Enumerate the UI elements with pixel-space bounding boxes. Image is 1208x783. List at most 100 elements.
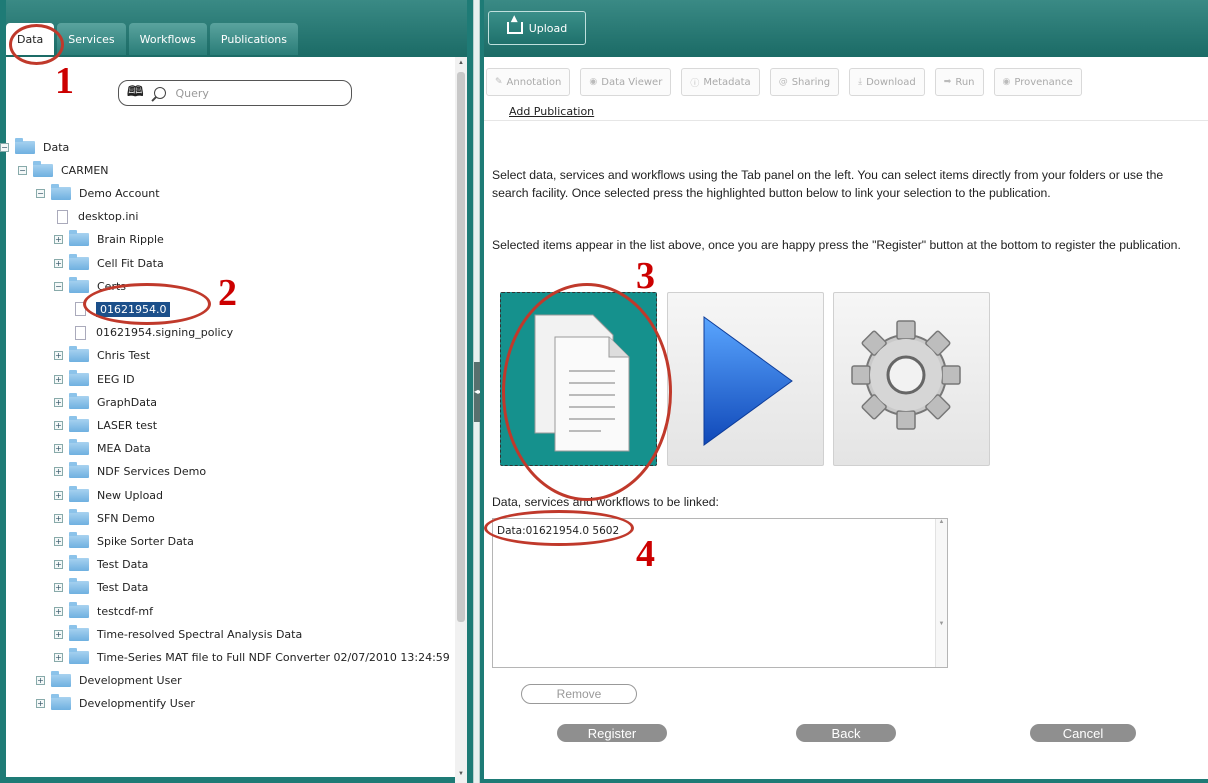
tree-folder-item[interactable]: + Development User	[36, 670, 182, 692]
toolbar-button-data-viewer[interactable]: ◉ Data Viewer	[580, 68, 672, 96]
tree-folder-item[interactable]: + LASER test	[54, 414, 157, 436]
download-icon: ⤓	[858, 77, 863, 87]
instructions-paragraph-1: Select data, services and workflows usin…	[492, 168, 1164, 200]
upload-icon	[506, 14, 523, 34]
toolbar-button-annotation[interactable]: ✎ Annotation	[486, 68, 571, 96]
expand-icon[interactable]: +	[36, 676, 45, 686]
expand-icon[interactable]: +	[54, 560, 63, 570]
expand-icon[interactable]: +	[54, 467, 63, 477]
tree-folder-item[interactable]: + New Upload	[54, 484, 163, 506]
tree-folder-item[interactable]: + Spike Sorter Data	[54, 530, 194, 552]
toolbar-button-label: Data Viewer	[601, 76, 663, 88]
panel-splitter[interactable]: ◂▸	[473, 0, 482, 783]
tree-item-label: Chris Test	[97, 349, 151, 363]
tree-folder-item[interactable]: + Test Data	[54, 554, 148, 576]
eye-icon: ◉	[1002, 77, 1011, 87]
expand-icon[interactable]: +	[36, 699, 45, 709]
folder-icon	[69, 555, 89, 572]
expand-icon[interactable]: +	[54, 351, 63, 361]
arrow-right-icon: ➡	[943, 77, 952, 87]
annotation-number-1: 1	[55, 60, 74, 102]
tab-services[interactable]: Services	[57, 23, 126, 55]
folder-icon	[69, 462, 89, 479]
tree-folder-item[interactable]: + SFN Demo	[54, 507, 155, 529]
toolbar-button-sharing[interactable]: @ Sharing	[769, 68, 840, 96]
folder-icon	[69, 392, 89, 409]
tree-file-item[interactable]: desktop.ini	[54, 206, 138, 228]
tree-item-label: MEA Data	[97, 442, 151, 456]
tree-folder-item[interactable]: + Chris Test	[54, 345, 150, 367]
tree-folder-item[interactable]: − Data	[0, 136, 69, 158]
tree-folder-item[interactable]: + NDF Services Demo	[54, 461, 206, 483]
tree-folder-item[interactable]: − CARMEN	[18, 159, 109, 181]
tree-item-label: Test Data	[97, 581, 149, 595]
app-window: Data Services Workflows Publications 🕮 Q…	[0, 0, 1208, 783]
remove-button[interactable]: Remove	[521, 684, 637, 704]
toolbar-button-label: Provenance	[1014, 76, 1073, 88]
tab-publications[interactable]: Publications	[209, 23, 299, 55]
tree-folder-item[interactable]: + Developmentify User	[36, 693, 195, 715]
expand-icon[interactable]: +	[54, 513, 63, 523]
folder-icon	[51, 183, 71, 200]
folder-icon	[69, 415, 89, 432]
scroll-down-icon[interactable]: ▼	[458, 771, 464, 777]
search-input[interactable]: 🕮 Query	[118, 80, 352, 106]
annotation-number-4: 4	[636, 533, 655, 575]
tree-folder-item[interactable]: + Time-Series MAT file to Full NDF Conver…	[54, 646, 450, 668]
register-button[interactable]: Register	[557, 724, 667, 742]
tree-item-label: testcdf-mf	[97, 604, 153, 618]
tree-folder-item[interactable]: + testcdf-mf	[54, 600, 153, 622]
cancel-button[interactable]: Cancel	[1030, 724, 1136, 742]
expand-icon[interactable]: +	[54, 652, 63, 662]
list-scrollbar[interactable]: ▲ ▼	[935, 519, 947, 667]
scroll-thumb[interactable]	[457, 72, 465, 622]
link-workflow-button[interactable]	[833, 292, 990, 466]
upload-button[interactable]: Upload	[488, 11, 586, 45]
search-icon[interactable]	[153, 87, 166, 99]
tree-folder-item[interactable]: + EEG ID	[54, 368, 135, 390]
collapse-icon[interactable]: −	[0, 142, 9, 152]
add-publication-link[interactable]: Add Publication	[509, 105, 594, 118]
expand-icon[interactable]: +	[54, 629, 63, 639]
tree-folder-item[interactable]: + Time-resolved Spectral Analysis Data	[54, 623, 302, 645]
tab-workflows[interactable]: Workflows	[128, 23, 207, 55]
tree-folder-item[interactable]: − Demo Account	[36, 182, 160, 204]
toolbar-button-label: Download	[866, 76, 916, 88]
back-button[interactable]: Back	[796, 724, 896, 742]
expand-icon[interactable]: +	[54, 606, 63, 616]
link-service-button[interactable]	[667, 292, 824, 466]
collapse-icon[interactable]: −	[36, 188, 45, 198]
collapse-icon[interactable]: −	[54, 281, 63, 291]
expand-icon[interactable]: +	[54, 583, 63, 593]
tree-folder-item[interactable]: + Brain Ripple	[54, 229, 164, 251]
tree-folder-item[interactable]: + GraphData	[54, 391, 157, 413]
tree-item-label: Cell Fit Data	[97, 256, 164, 270]
toolbar-button-download[interactable]: ⤓ Download	[849, 68, 925, 96]
expand-icon[interactable]: +	[54, 397, 63, 407]
toolbar-button-provenance[interactable]: ◉ Provenance	[993, 68, 1082, 96]
toolbar-button-run[interactable]: ➡ Run	[934, 68, 984, 96]
tree-folder-item[interactable]: + Cell Fit Data	[54, 252, 164, 274]
expand-icon[interactable]: +	[54, 444, 63, 454]
file-icon	[57, 209, 68, 224]
scroll-up-icon[interactable]: ▲	[458, 60, 464, 66]
collapse-icon[interactable]: −	[18, 165, 27, 175]
expand-icon[interactable]: +	[54, 490, 63, 500]
book-icon[interactable]: 🕮	[127, 81, 144, 105]
expand-icon[interactable]: +	[54, 536, 63, 546]
tree-item-label: Demo Account	[79, 186, 160, 200]
tree-scrollbar[interactable]: ▲ ▼	[455, 57, 467, 783]
expand-icon[interactable]: +	[54, 235, 63, 245]
toolbar-button-metadata[interactable]: ⓘ Metadata	[681, 68, 760, 96]
folder-icon	[69, 601, 89, 618]
action-toolbar: ✎ Annotation ◉ Data Viewer ⓘ Metadata @ Sharing…	[484, 68, 1204, 96]
expand-icon[interactable]: +	[54, 374, 63, 384]
tree-folder-item[interactable]: + MEA Data	[54, 438, 151, 460]
toolbar-button-label: Sharing	[791, 76, 831, 88]
tree-folder-item[interactable]: + Test Data	[54, 577, 148, 599]
expand-icon[interactable]: +	[54, 258, 63, 268]
info-icon: ⓘ	[690, 78, 700, 89]
tree-item-label: LASER test	[97, 418, 158, 432]
tree-item-label: Data	[43, 140, 70, 154]
expand-icon[interactable]: +	[54, 420, 63, 430]
